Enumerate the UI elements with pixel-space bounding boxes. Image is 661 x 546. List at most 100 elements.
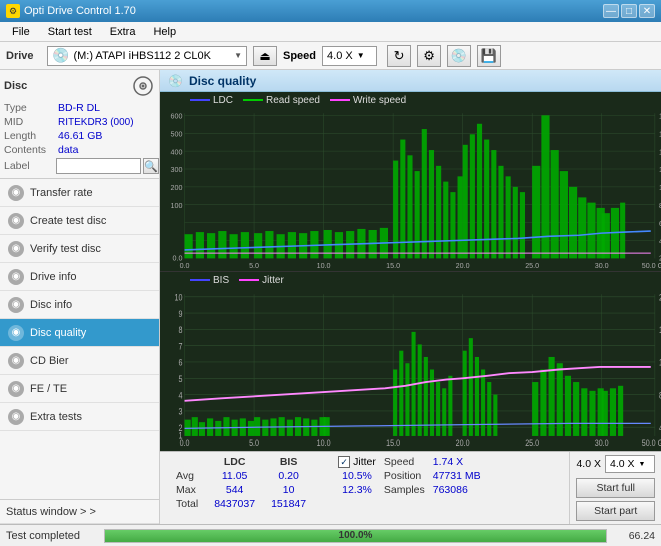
speed-value: 4.0 X — [327, 50, 353, 62]
svg-text:8: 8 — [179, 325, 183, 335]
svg-text:100: 100 — [171, 201, 183, 210]
svg-text:50.0 GB: 50.0 GB — [642, 438, 661, 448]
svg-text:15.0: 15.0 — [386, 438, 400, 448]
title-bar: ⚙ Opti Drive Control 1.70 — □ ✕ — [0, 0, 661, 22]
avg-bis: 0.20 — [263, 469, 314, 483]
charts-container: LDC Read speed Write speed 600 — [160, 92, 661, 451]
contents-label: Contents — [4, 144, 54, 156]
refresh-button[interactable]: ↻ — [387, 45, 411, 67]
jitter-color — [239, 279, 259, 281]
close-button[interactable]: ✕ — [639, 4, 655, 18]
label-input[interactable] — [56, 158, 141, 174]
svg-text:50.0 GB: 50.0 GB — [642, 261, 661, 270]
svg-text:6: 6 — [179, 358, 183, 368]
main-layout: Disc Type BD-R DL MID RITEKDR3 (000) Le — [0, 70, 661, 524]
max-jitter: 12.3% — [334, 483, 380, 497]
disc-quality-header-icon: 💿 — [168, 74, 183, 88]
content-area: 💿 Disc quality LDC Read speed — [160, 70, 661, 524]
minimize-button[interactable]: — — [603, 4, 619, 18]
svg-text:30.0: 30.0 — [595, 261, 609, 270]
avg-jitter: 10.5% — [334, 469, 380, 483]
max-ldc: 544 — [206, 483, 263, 497]
transfer-rate-label: Transfer rate — [30, 187, 93, 199]
label-button[interactable]: 🔍 — [143, 158, 159, 174]
legend-read-label: Read speed — [266, 95, 320, 106]
label-label: Label — [4, 160, 54, 172]
speed-dropdown-val: 4.0 X — [610, 458, 635, 470]
svg-text:4: 4 — [179, 391, 183, 401]
app-icon: ⚙ — [6, 4, 20, 18]
sidebar-status: Status window > > — [0, 499, 159, 524]
eject-button[interactable]: ⏏ — [253, 46, 277, 66]
settings-button[interactable]: ⚙ — [417, 45, 441, 67]
maximize-button[interactable]: □ — [621, 4, 637, 18]
cd-bier-icon: ◉ — [8, 353, 24, 369]
max-label: Max — [168, 483, 206, 497]
sidebar-item-fe-te[interactable]: ◉ FE / TE — [0, 375, 159, 403]
length-value: 46.61 GB — [58, 130, 102, 142]
legend-write-label: Write speed — [353, 95, 406, 106]
sidebar-item-extra-tests[interactable]: ◉ Extra tests — [0, 403, 159, 431]
svg-text:10: 10 — [175, 293, 183, 303]
read-color — [243, 99, 263, 101]
svg-text:25.0: 25.0 — [525, 438, 539, 448]
legend-jitter: Jitter — [239, 275, 284, 286]
bottom-value: 66.24 — [615, 530, 655, 542]
jitter-checkbox[interactable]: ✓ — [338, 456, 350, 468]
sidebar-item-cd-bier[interactable]: ◉ CD Bier — [0, 347, 159, 375]
bis-color — [190, 279, 210, 281]
legend-ldc: LDC — [190, 95, 233, 106]
verify-test-disc-icon: ◉ — [8, 241, 24, 257]
save-button[interactable]: 💾 — [477, 45, 501, 67]
speed-val: 1.74 X — [433, 456, 463, 468]
total-ldc: 8437037 — [206, 497, 263, 511]
speed-select[interactable]: 4.0 X ▼ — [322, 46, 377, 66]
status-window-label: Status window > > — [6, 506, 96, 518]
svg-text:3: 3 — [179, 407, 183, 417]
col-header-ldc: LDC — [206, 455, 263, 469]
disc-icon — [131, 74, 155, 98]
chart-top: LDC Read speed Write speed 600 — [160, 92, 661, 272]
position-key: Position — [384, 470, 421, 482]
jitter-checkbox-row: ✓ Jitter — [338, 456, 376, 468]
position-val: 47731 MB — [433, 470, 481, 482]
app-title: Opti Drive Control 1.70 — [24, 5, 136, 17]
samples-key: Samples — [384, 484, 425, 496]
menu-file[interactable]: File — [4, 24, 38, 40]
sidebar-item-create-test-disc[interactable]: ◉ Create test disc — [0, 207, 159, 235]
legend-bis-label: BIS — [213, 275, 229, 286]
cd-bier-label: CD Bier — [30, 355, 69, 367]
svg-text:20.0: 20.0 — [456, 438, 470, 448]
svg-text:5.0: 5.0 — [249, 261, 259, 270]
disc-quality-header: 💿 Disc quality — [160, 70, 661, 92]
col-header-empty — [168, 455, 206, 469]
mid-label: MID — [4, 116, 54, 128]
disc-button[interactable]: 💿 — [447, 45, 471, 67]
sidebar-item-verify-test-disc[interactable]: ◉ Verify test disc — [0, 235, 159, 263]
drive-info-label: Drive info — [30, 271, 76, 283]
start-part-button[interactable]: Start part — [576, 501, 655, 521]
drive-bar: Drive 💿 (M:) ATAPI iHBS112 2 CL0K ▼ ⏏ Sp… — [0, 42, 661, 70]
title-bar-left: ⚙ Opti Drive Control 1.70 — [6, 4, 136, 18]
sidebar-item-transfer-rate[interactable]: ◉ Transfer rate — [0, 179, 159, 207]
sidebar-item-disc-info[interactable]: ◉ Disc info — [0, 291, 159, 319]
speed-select-label: 4.0 X — [576, 458, 601, 470]
start-full-button[interactable]: Start full — [576, 478, 655, 498]
status-window-button[interactable]: Status window > > — [0, 500, 159, 524]
speed-key: Speed — [384, 456, 414, 468]
svg-text:10.0: 10.0 — [317, 261, 331, 270]
disc-panel: Disc Type BD-R DL MID RITEKDR3 (000) Le — [0, 70, 159, 179]
speed-dropdown[interactable]: 4.0 X ▼ — [605, 455, 655, 473]
write-color — [330, 99, 350, 101]
drive-dropdown-arrow: ▼ — [234, 51, 242, 60]
disc-quality-icon: ◉ — [8, 325, 24, 341]
menu-extra[interactable]: Extra — [102, 24, 144, 40]
sidebar-item-disc-quality[interactable]: ◉ Disc quality — [0, 319, 159, 347]
sidebar-item-drive-info[interactable]: ◉ Drive info — [0, 263, 159, 291]
col-header-bis: BIS — [263, 455, 314, 469]
speed-dropdown-arrow: ▼ — [357, 51, 365, 60]
legend-write-speed: Write speed — [330, 95, 406, 106]
menu-start-test[interactable]: Start test — [40, 24, 100, 40]
drive-select[interactable]: 💿 (M:) ATAPI iHBS112 2 CL0K ▼ — [47, 46, 247, 66]
menu-help[interactable]: Help — [145, 24, 184, 40]
